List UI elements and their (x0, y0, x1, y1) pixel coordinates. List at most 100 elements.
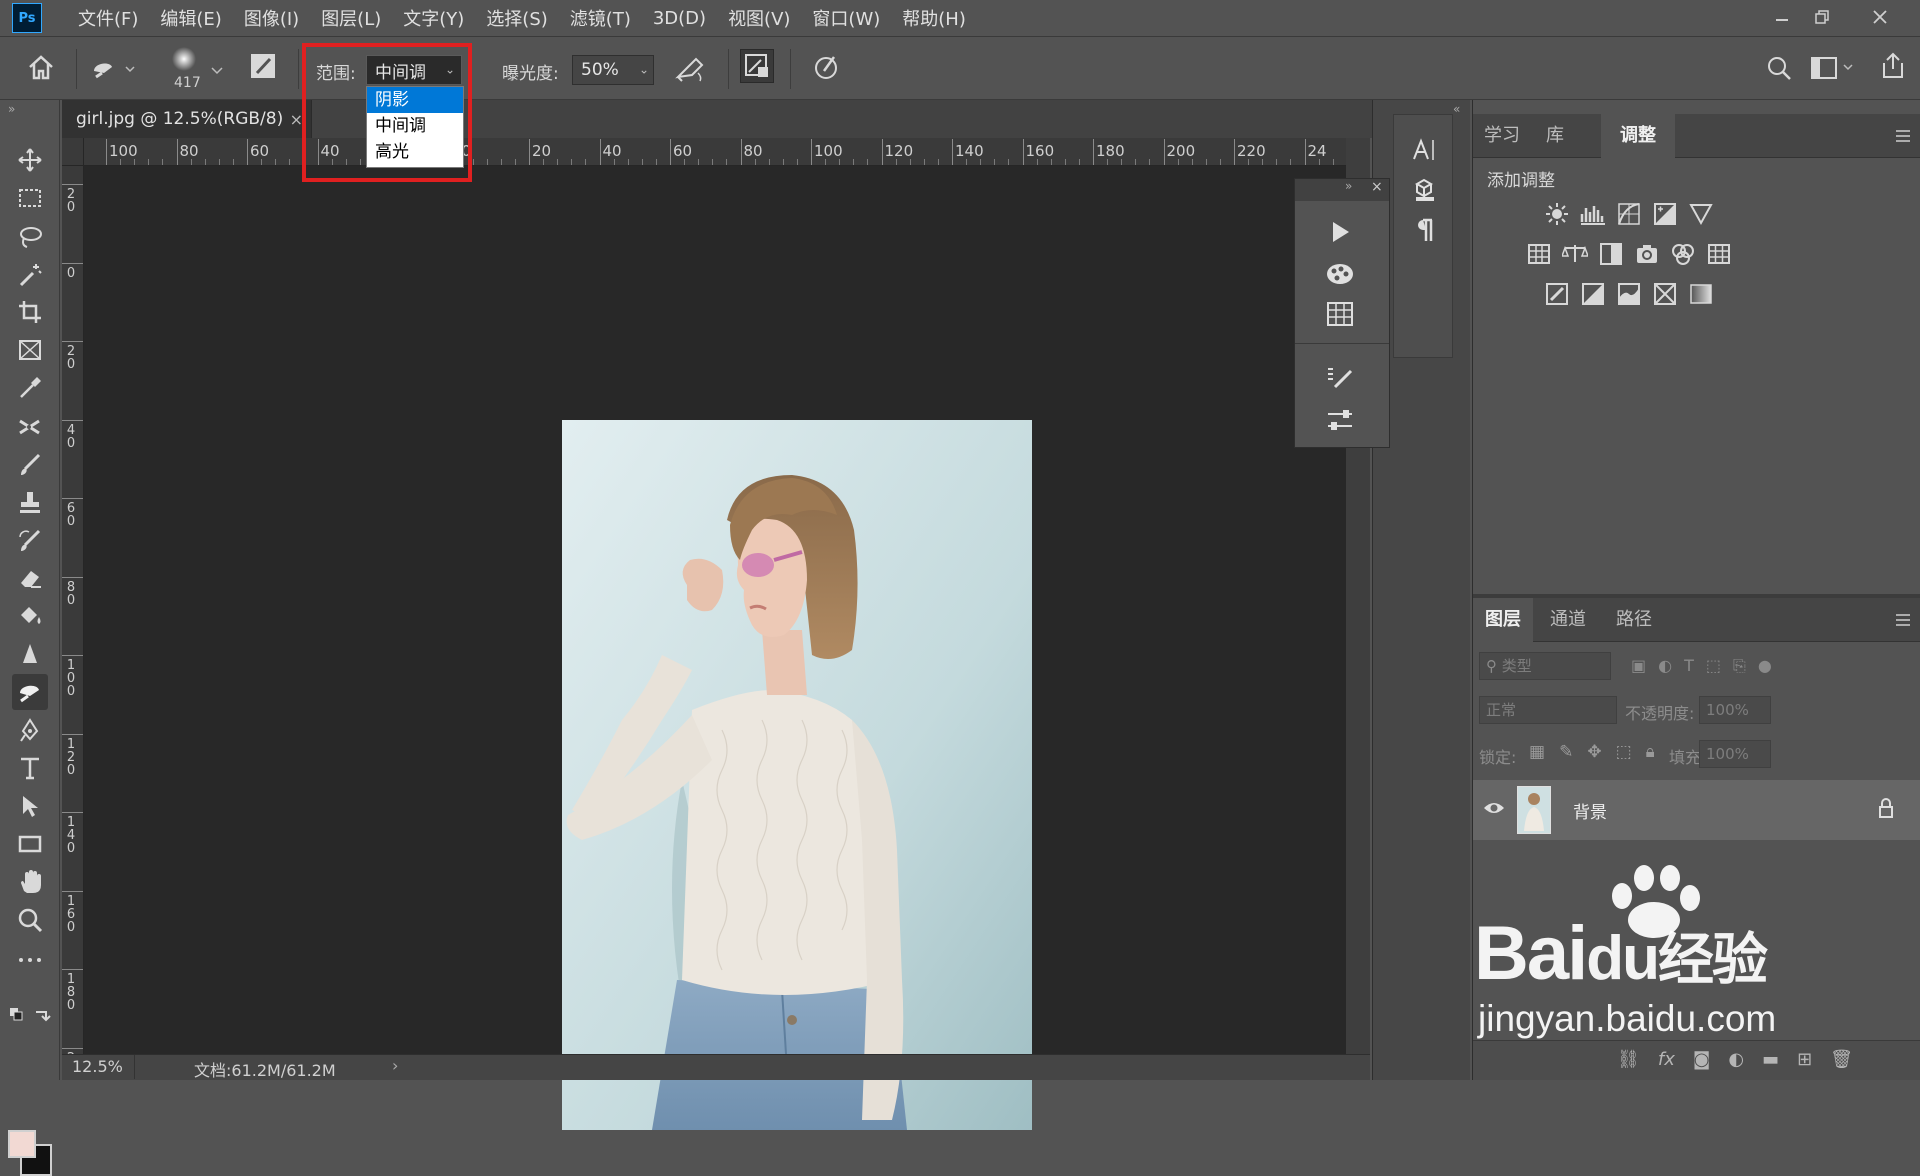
brush-preset-picker[interactable] (170, 45, 198, 77)
paint-bucket-tool[interactable] (12, 598, 48, 634)
tab-learn[interactable]: 学习 (1473, 114, 1531, 158)
panel-menu-button[interactable] (1895, 128, 1911, 147)
lasso-tool[interactable] (12, 218, 48, 254)
home-button[interactable] (26, 53, 56, 85)
menu-layer[interactable]: 图层(L) (321, 5, 381, 31)
visibility-toggle[interactable] (1483, 800, 1505, 820)
tab-libraries[interactable]: 库 (1531, 114, 1579, 158)
canvas-area[interactable] (84, 166, 1346, 1130)
protect-tones-toggle[interactable] (740, 49, 774, 83)
photo-filter-icon[interactable] (1633, 242, 1661, 266)
menu-window[interactable]: 窗口(W) (812, 5, 880, 31)
workspace-button[interactable] (1810, 55, 1858, 85)
color-lookup-icon[interactable] (1705, 242, 1733, 266)
minimize-button[interactable] (1762, 4, 1802, 30)
paragraph-panel-button[interactable] (1412, 217, 1438, 247)
exposure-field[interactable]: 50% ⌄ (572, 55, 654, 85)
lock-position-icon[interactable]: ✥ (1587, 742, 1601, 762)
actions-button[interactable] (1325, 219, 1355, 249)
fx-icon[interactable]: fx (1658, 1049, 1675, 1070)
link-layers-icon[interactable]: ⛓︎ (1617, 1049, 1640, 1070)
brush-settings-button[interactable] (248, 51, 278, 85)
character-panel-button[interactable] (1412, 137, 1438, 167)
rectangle-tool[interactable] (12, 826, 48, 862)
threshold-icon[interactable] (1615, 282, 1643, 306)
marquee-tool[interactable] (12, 180, 48, 216)
blur-tool[interactable] (12, 636, 48, 672)
menu-edit[interactable]: 编辑(E) (160, 5, 221, 31)
fill-field[interactable]: 100% (1699, 740, 1771, 768)
healing-tool[interactable] (12, 408, 48, 444)
close-icon[interactable]: × (1371, 179, 1383, 195)
trash-icon[interactable]: 🗑︎ (1830, 1049, 1853, 1070)
levels-icon[interactable] (1579, 202, 1607, 226)
selective-color-icon[interactable] (1651, 282, 1679, 306)
tab-paths[interactable]: 路径 (1601, 598, 1667, 642)
invert-icon[interactable] (1543, 282, 1571, 306)
properties-button[interactable] (1325, 407, 1355, 437)
3d-panel-button[interactable] (1412, 177, 1438, 207)
clone-stamp-tool[interactable] (12, 484, 48, 520)
layer-mask-icon[interactable]: ◙ (1693, 1049, 1710, 1070)
restore-button[interactable] (1802, 4, 1842, 30)
zoom-tool[interactable] (12, 902, 48, 938)
menu-help[interactable]: 帮助(H) (902, 5, 966, 31)
document-tab[interactable]: girl.jpg @ 12.5%(RGB/8) × (62, 100, 312, 138)
smart-object-filter-icon[interactable]: ⎘ (1733, 656, 1746, 678)
menu-type[interactable]: 文字(Y) (403, 5, 464, 31)
pixel-filter-icon[interactable]: ▣ (1631, 656, 1646, 678)
menu-image[interactable]: 图像(I) (244, 5, 299, 31)
crop-tool[interactable] (12, 294, 48, 330)
swatches-button[interactable] (1325, 301, 1355, 331)
eraser-tool[interactable] (12, 560, 48, 596)
pen-tool[interactable] (12, 712, 48, 748)
vibrance-icon[interactable] (1687, 202, 1715, 226)
default-colors-button[interactable] (8, 1006, 52, 1030)
menu-select[interactable]: 选择(S) (486, 5, 547, 31)
menu-3d[interactable]: 3D(D) (653, 8, 706, 29)
new-group-icon[interactable]: ▬ (1762, 1049, 1779, 1070)
brush-dropdown[interactable] (210, 61, 224, 80)
exposure-icon[interactable] (1651, 202, 1679, 226)
posterize-icon[interactable] (1579, 282, 1607, 306)
hand-tool[interactable] (12, 864, 48, 900)
dodge-tool[interactable] (12, 674, 48, 710)
brightness-contrast-icon[interactable] (1543, 202, 1571, 226)
status-menu-arrow-icon[interactable]: › (392, 1056, 398, 1075)
airbrush-button[interactable] (674, 55, 706, 87)
hue-saturation-icon[interactable] (1525, 242, 1553, 266)
tab-channels[interactable]: 通道 (1535, 598, 1601, 642)
color-balance-icon[interactable] (1561, 242, 1589, 266)
pressure-size-button[interactable] (812, 53, 840, 85)
brush-tool[interactable] (12, 446, 48, 482)
zoom-level[interactable]: 12.5% (72, 1057, 123, 1076)
eyedropper-tool[interactable] (12, 370, 48, 406)
close-window-button[interactable] (1860, 4, 1900, 30)
move-tool[interactable] (12, 142, 48, 178)
menu-filter[interactable]: 滤镜(T) (570, 5, 631, 31)
lock-artboard-icon[interactable]: ⬚ (1616, 742, 1632, 762)
filter-toggle-icon[interactable]: ● (1758, 656, 1772, 678)
opacity-field[interactable]: 100% (1699, 696, 1771, 724)
type-tool[interactable] (12, 750, 48, 786)
blend-mode-select[interactable]: 正常 (1479, 696, 1617, 724)
menu-file[interactable]: 文件(F) (78, 5, 138, 31)
lock-paint-icon[interactable]: ✎ (1559, 742, 1573, 762)
share-button[interactable] (1880, 51, 1906, 85)
brush-settings-panel-button[interactable] (1325, 365, 1355, 395)
curves-icon[interactable] (1615, 202, 1643, 226)
layer-filter-select[interactable]: ⚲ 类型 (1479, 652, 1611, 680)
type-filter-icon[interactable]: T (1684, 656, 1694, 678)
adjustment-layer-icon[interactable]: ◐ (1728, 1049, 1744, 1070)
path-selection-tool[interactable] (12, 788, 48, 824)
shape-filter-icon[interactable]: ⬚ (1706, 656, 1721, 678)
collapse-icon[interactable]: « (1453, 102, 1460, 116)
more-tools-button[interactable] (12, 942, 48, 978)
new-layer-icon[interactable]: ⊞ (1797, 1049, 1812, 1070)
black-white-icon[interactable] (1597, 242, 1625, 266)
menu-view[interactable]: 视图(V) (728, 5, 790, 31)
foreground-color-swatch[interactable] (8, 1130, 36, 1158)
close-tab-icon[interactable]: × (290, 110, 303, 129)
color-panel-button[interactable] (1325, 261, 1355, 291)
magic-wand-tool[interactable] (12, 256, 48, 292)
